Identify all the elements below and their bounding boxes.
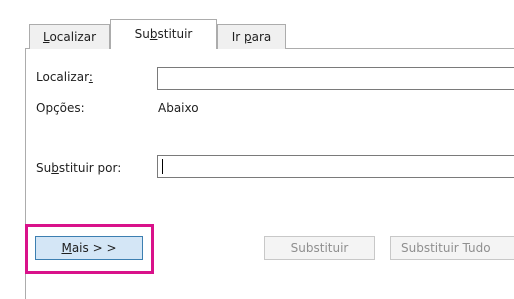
tab-localizar[interactable]: Localizar	[29, 24, 110, 49]
label-accelerator: :	[88, 70, 93, 84]
tab-label-part: stituir	[157, 27, 193, 41]
opcoes-label: Opções:	[36, 101, 85, 115]
localizar-input[interactable]	[157, 67, 514, 90]
tab-label-part: Ir	[231, 30, 245, 44]
mais-button[interactable]: Mais > >	[35, 236, 143, 260]
localizar-label: Localizar:	[36, 70, 93, 84]
substituir-por-label: Substituir por:	[36, 161, 121, 175]
label-part: Su	[36, 161, 52, 175]
tab-label-part: ara	[251, 30, 272, 44]
tab-substituir[interactable]: Substituir	[110, 19, 217, 49]
substituir-tudo-button[interactable]: Substituir Tudo	[390, 236, 514, 260]
substituir-button[interactable]: Substituir	[264, 236, 375, 260]
text-caret	[162, 159, 163, 174]
tab-label-part: Su	[134, 27, 150, 41]
label-part: Localizar	[36, 70, 89, 84]
button-accelerator: M	[61, 241, 72, 255]
label-accelerator: b	[51, 161, 59, 175]
tab-ir-para[interactable]: Ir para	[217, 24, 286, 49]
substituir-por-input[interactable]	[157, 155, 514, 178]
find-replace-dialog: Localizar Substituir Ir para Localizar: …	[0, 0, 514, 299]
tab-accelerator: p	[244, 30, 252, 44]
label-part: stituir por:	[58, 161, 122, 175]
opcoes-value: Abaixo	[158, 101, 199, 115]
button-label-part: ais > >	[71, 241, 117, 255]
tab-label-part: ocalizar	[49, 30, 97, 44]
